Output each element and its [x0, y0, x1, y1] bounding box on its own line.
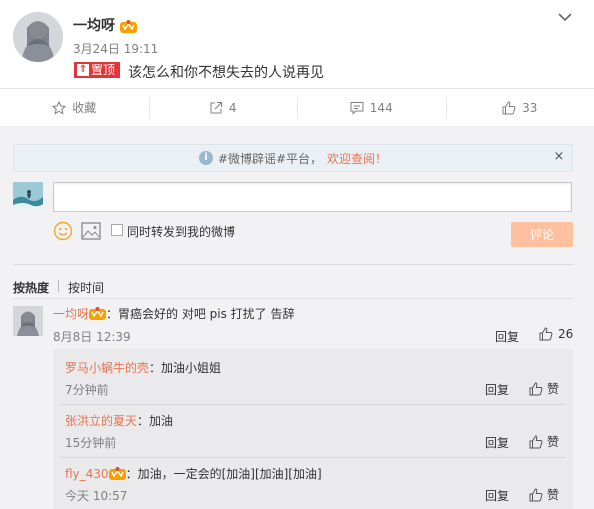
like-button[interactable]: 33 — [445, 89, 594, 126]
sort-by-time-tab[interactable]: 按时间 — [68, 279, 104, 296]
comment-like-button[interactable]: 26 — [539, 327, 573, 341]
like-label: 赞 — [547, 435, 560, 449]
emoji-icon[interactable] — [53, 221, 73, 241]
pinned-label: 置顶 — [91, 63, 116, 77]
post-action-bar: 收藏 4 144 33 — [0, 88, 594, 126]
reply-text: ：加油 — [137, 414, 174, 428]
chevron-down-icon[interactable] — [557, 9, 573, 25]
thumbs-up-icon — [539, 327, 553, 341]
post-content: 该怎么和你不想失去的人说再见 — [128, 65, 324, 81]
comment-like-count: 26 — [558, 327, 574, 341]
comment-text: ：胃癌会好的 对吧 pis 打扰了 告辞 — [106, 307, 295, 321]
star-icon — [52, 100, 67, 115]
reply-text: ：加油，一定会的[加油][加油][加油] — [125, 467, 322, 481]
comment-input[interactable] — [53, 182, 572, 212]
reply-text: ：加油小姐姐 — [149, 361, 222, 375]
forward-label[interactable]: 同时转发到我的微博 — [127, 223, 235, 240]
image-icon[interactable] — [81, 222, 101, 240]
reply-like-button[interactable]: 赞 — [529, 380, 559, 397]
divider — [60, 457, 565, 458]
reply-like-button[interactable]: 赞 — [529, 486, 559, 503]
vip-crown-icon — [108, 467, 126, 480]
notice-link[interactable]: 欢迎查阅！ — [327, 150, 387, 167]
post-author-avatar[interactable] — [13, 12, 63, 62]
comment-button[interactable]: 144 — [297, 89, 446, 126]
pin-arrow-icon: ⇑ — [77, 64, 89, 76]
reply-line: fly_430 ：加油，一定会的[加油][加油][加油] — [65, 465, 322, 482]
like-label: 赞 — [547, 488, 560, 502]
comment-count: 144 — [369, 100, 393, 115]
vip-crown-icon — [119, 19, 137, 33]
share-count: 4 — [228, 100, 237, 115]
thumbs-up-icon — [502, 100, 516, 114]
like-label: 赞 — [547, 382, 560, 396]
reply-button[interactable]: 回复 — [495, 328, 519, 345]
forward-checkbox[interactable] — [111, 224, 123, 236]
reply-button[interactable]: 回复 — [485, 487, 509, 504]
reply-line: 张洪立的夏天 ：加油 — [65, 412, 173, 429]
reply-author-name[interactable]: 罗马小蜗牛的壳 — [65, 359, 149, 376]
commenter-name[interactable]: 一均呀 — [53, 305, 89, 322]
vip-crown-icon — [89, 307, 107, 320]
like-count: 33 — [522, 100, 538, 115]
sort-separator — [58, 280, 59, 292]
reply-time: 今天 10:57 — [65, 489, 128, 503]
notice-text[interactable]: #微博辟谣#平台， — [218, 150, 322, 167]
reply-button[interactable]: 回复 — [485, 381, 509, 398]
comment-time: 8月8日 12:39 — [53, 330, 131, 344]
comment-line: 一均呀 ：胃癌会好的 对吧 pis 打扰了 告辞 — [53, 305, 294, 322]
close-icon[interactable]: × — [552, 150, 566, 164]
sort-by-hot-tab[interactable]: 按热度 — [13, 279, 49, 296]
reply-time: 15分钟前 — [65, 436, 117, 450]
share-button[interactable]: 4 — [148, 89, 298, 126]
divider — [60, 404, 565, 405]
submit-comment-button[interactable]: 评论 — [511, 222, 573, 247]
post-author-name[interactable]: 一均呀 — [73, 15, 137, 35]
favorite-label: 收藏 — [72, 101, 97, 115]
comment-icon — [350, 101, 364, 115]
commenter-avatar[interactable] — [13, 306, 43, 336]
reply-author-name[interactable]: 张洪立的夏天 — [65, 412, 137, 429]
thumbs-up-icon — [529, 434, 543, 448]
reply-line: 罗马小蜗牛的壳 ：加油小姐姐 — [65, 359, 221, 376]
share-icon — [210, 101, 222, 113]
reply-author-name[interactable]: fly_430 — [65, 467, 109, 481]
divider — [13, 298, 573, 299]
post-time[interactable]: 3月24日 19:11 — [73, 40, 158, 57]
rumor-notice-bar: i #微博辟谣#平台， 欢迎查阅！ — [13, 144, 573, 172]
reply-time: 7分钟前 — [65, 383, 109, 397]
thumbs-up-icon — [529, 487, 543, 501]
info-icon: i — [198, 151, 213, 165]
post-author-name-text[interactable]: 一均呀 — [73, 18, 115, 34]
pinned-badge: ⇑ 置顶 — [74, 62, 121, 78]
thumbs-up-icon — [529, 381, 543, 395]
reply-button[interactable]: 回复 — [485, 434, 509, 451]
favorite-button[interactable]: 收藏 — [0, 89, 149, 126]
current-user-avatar[interactable] — [13, 182, 43, 212]
reply-like-button[interactable]: 赞 — [529, 433, 559, 450]
divider — [13, 264, 573, 265]
